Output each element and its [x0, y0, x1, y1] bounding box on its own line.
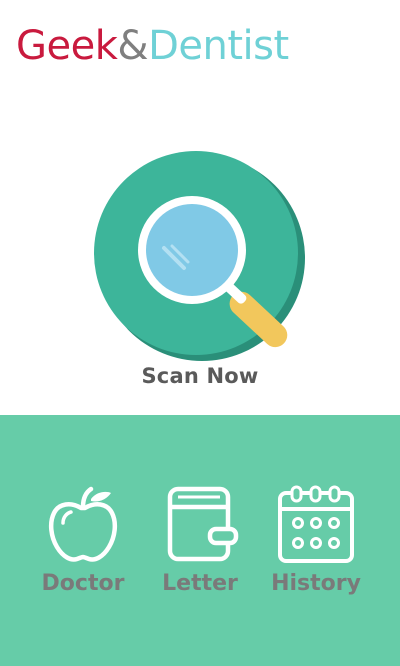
- nav-label-letter: Letter: [162, 571, 238, 596]
- nav-label-doctor: Doctor: [41, 571, 125, 596]
- nav-item-letter[interactable]: Letter: [150, 485, 250, 596]
- logo-dentist-text: Dentist: [148, 23, 289, 69]
- magnifier-icon: [94, 151, 305, 361]
- nav-item-history[interactable]: History: [266, 485, 366, 596]
- wallet-icon: [167, 486, 239, 562]
- scan-now-button[interactable]: [92, 150, 307, 365]
- bottom-nav-panel: Doctor Letter History: [0, 415, 400, 666]
- calendar-icon: [278, 485, 354, 563]
- logo-ampersand-text: &: [117, 23, 149, 69]
- nav-label-history: History: [271, 571, 361, 596]
- app-screen: Geek&Dentist Scan Now Doctor Letter Hist…: [0, 0, 400, 666]
- scan-now-label[interactable]: Scan Now: [0, 364, 400, 388]
- nav-item-doctor[interactable]: Doctor: [33, 485, 133, 596]
- magnifier-lens: [146, 204, 238, 296]
- app-logo: Geek&Dentist: [16, 22, 289, 70]
- apple-icon: [48, 486, 118, 562]
- logo-geek-text: Geek: [16, 23, 118, 69]
